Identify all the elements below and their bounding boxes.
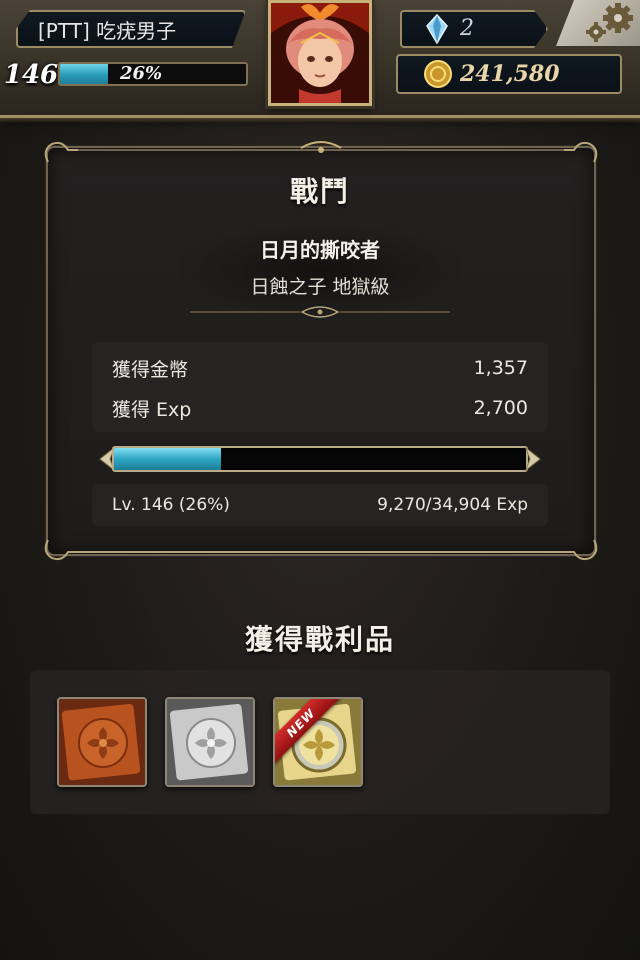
top-hud: [PTT] 吃疣男子 146 26% 2 241,580 xyxy=(0,0,640,123)
gold-count: 241,580 xyxy=(460,61,560,87)
gem-count: 2 xyxy=(460,16,474,41)
bronze-card-icon xyxy=(59,699,145,785)
exp-bar-fill xyxy=(114,448,222,470)
player-xp-fill xyxy=(60,64,109,84)
gem-plate[interactable] xyxy=(400,10,548,48)
bar-right-cap-icon xyxy=(524,446,541,472)
loot-item-gold-card[interactable]: NEW xyxy=(273,697,363,787)
silver-card-icon xyxy=(167,699,253,785)
stage-name: 日月的撕咬者 xyxy=(260,238,380,262)
loot-title: 獲得戰利品 xyxy=(244,623,395,656)
avatar-portrait-icon xyxy=(271,3,369,103)
gold-reward-label: 獲得金幣 xyxy=(112,358,189,381)
player-xp-percent: 26% xyxy=(120,63,163,84)
exp-total-text: 9,270/34,904 Exp xyxy=(377,495,528,515)
player-level-badge: 146 xyxy=(3,60,59,90)
panel-top-ornament xyxy=(44,141,598,163)
exp-bar-track xyxy=(112,446,528,472)
loot-item-silver-card[interactable] xyxy=(165,697,255,787)
level-info-row: Lv. 146 (26%) 9,270/34,904 Exp xyxy=(112,491,528,519)
settings-button[interactable] xyxy=(556,0,640,46)
diamond-icon xyxy=(426,14,448,44)
exp-reward-value: 2,700 xyxy=(473,397,528,419)
panel-bottom-ornament xyxy=(44,539,598,561)
gold-reward-row: 獲得金幣 1,357 xyxy=(112,354,528,382)
player-name: [PTT] 吃疣男子 xyxy=(38,18,177,43)
player-avatar[interactable] xyxy=(268,0,372,106)
player-name-plate[interactable]: [PTT] 吃疣男子 xyxy=(16,10,246,48)
exp-reward-row: 獲得 Exp 2,700 xyxy=(112,394,528,422)
loot-item-bronze-card[interactable] xyxy=(57,697,147,787)
exp-reward-label: 獲得 Exp xyxy=(112,398,192,421)
gold-coin-icon xyxy=(424,60,452,88)
exp-progress-bar xyxy=(98,442,542,476)
stage-divider-ornament xyxy=(190,306,450,318)
gold-reward-value: 1,357 xyxy=(473,357,528,379)
level-text: Lv. 146 (26%) xyxy=(112,495,230,515)
stage-difficulty: 日蝕之子 地獄級 xyxy=(250,276,390,298)
gear-icon xyxy=(586,3,633,42)
battle-title: 戰鬥 xyxy=(289,175,350,208)
